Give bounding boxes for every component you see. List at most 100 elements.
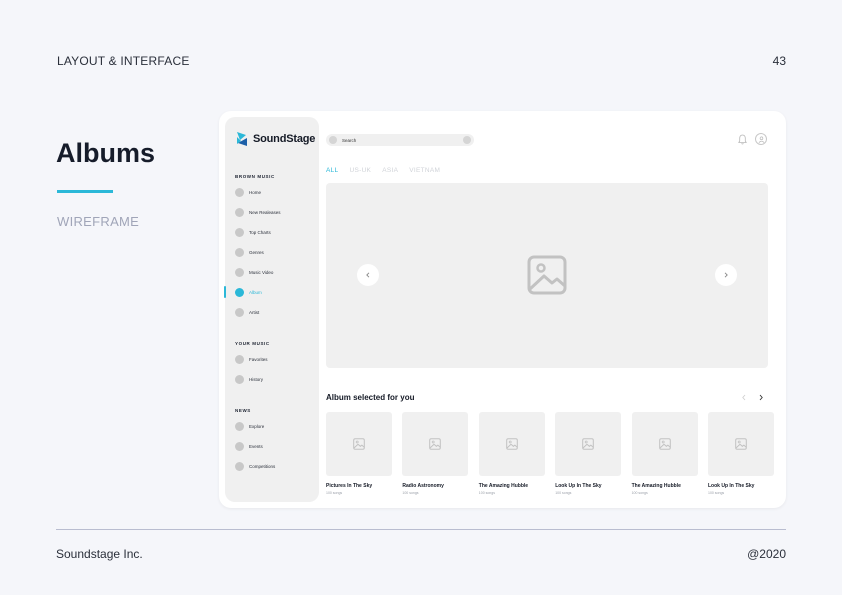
- footer-divider: [56, 529, 786, 530]
- album-thumbnail: [402, 412, 469, 476]
- sidebar-section-label: BROWN MUSIC: [235, 174, 275, 179]
- image-placeholder-icon: [735, 438, 747, 450]
- album-title: The Amazing Hubble: [478, 483, 529, 489]
- chevron-left-icon: [366, 272, 370, 278]
- album-song-count: 100 songs: [555, 491, 572, 495]
- sidebar-item-label: Genres: [249, 249, 264, 255]
- chevron-right-icon: [724, 272, 728, 278]
- footer-company: Soundstage Inc.: [56, 547, 143, 561]
- sidebar-item-label: Favorites: [249, 356, 268, 362]
- tab-asia[interactable]: ASIA: [382, 167, 398, 174]
- album-thumbnail: [478, 412, 545, 476]
- sidebar-item-events[interactable]: Events: [235, 440, 315, 452]
- sidebar-item-label: History: [249, 376, 264, 382]
- hero-prev-button[interactable]: [357, 264, 379, 286]
- sidebar-item-new-realeases[interactable]: New Realeases: [235, 206, 315, 218]
- album-card[interactable]: Look Up In The Sky 100 songs: [555, 412, 622, 495]
- nav-item-icon: [235, 287, 244, 297]
- search-input[interactable]: Search: [342, 138, 463, 143]
- tab-us-uk[interactable]: US-UK: [349, 167, 371, 174]
- nav-item-icon: [235, 187, 244, 197]
- sidebar-item-favorites[interactable]: Favorites: [235, 353, 315, 365]
- page-number: 43: [772, 54, 786, 68]
- album-thumbnail: [631, 412, 698, 476]
- user-avatar[interactable]: [755, 133, 767, 145]
- album-title: Look Up In The Sky: [555, 483, 602, 489]
- title-underline: [57, 190, 113, 193]
- sidebar-item-home[interactable]: Home: [235, 186, 315, 198]
- image-placeholder-icon: [505, 438, 518, 450]
- brand-name: SoundStage: [253, 133, 316, 145]
- carousel-prev-button[interactable]: [739, 392, 749, 402]
- nav-item-icon: [235, 441, 244, 451]
- image-placeholder-icon: [527, 255, 567, 295]
- sidebar-item-label: Explore: [249, 423, 265, 429]
- carousel-next-button[interactable]: [756, 392, 766, 402]
- hero-banner[interactable]: [326, 183, 768, 368]
- soundstage-logo-icon: [237, 132, 247, 146]
- tab-all[interactable]: ALL: [326, 167, 338, 174]
- sidebar-item-genres[interactable]: Genres: [235, 246, 315, 258]
- nav-item-icon: [235, 227, 244, 237]
- sidebar-item-album[interactable]: Album: [235, 286, 315, 298]
- album-card[interactable]: Look Up In The Sky 100 songs: [708, 412, 774, 495]
- footer-year: @2020: [747, 547, 786, 561]
- nav-item-icon: [235, 461, 244, 471]
- album-song-count: 100 songs: [326, 491, 343, 495]
- search-bar[interactable]: Search: [326, 134, 474, 146]
- user-icon: [758, 136, 764, 143]
- sidebar: SoundStage BROWN MUSIC Home New Realeases T…: [224, 117, 319, 502]
- album-title: The Amazing Hubble: [631, 483, 681, 489]
- sidebar-item-label: Artist: [249, 309, 260, 315]
- album-song-count: 100 songs: [402, 491, 419, 495]
- album-title: Look Up In The Sky: [708, 483, 755, 489]
- sidebar-item-artist[interactable]: Artist: [235, 306, 315, 318]
- chevron-left-icon: [742, 394, 746, 400]
- album-title: Pictures In The Sky: [326, 483, 373, 489]
- sidebar-item-label: Events: [249, 443, 263, 449]
- nav-item-icon: [235, 267, 244, 277]
- album-song-count: 100 songs: [631, 491, 648, 495]
- album-card[interactable]: The Amazing Hubble 100 songs: [478, 412, 545, 495]
- album-thumbnail: [326, 412, 392, 476]
- image-placeholder-icon: [353, 438, 365, 450]
- sidebar-item-label: Home: [249, 189, 262, 195]
- album-card[interactable]: The Amazing Hubble 100 songs: [631, 412, 698, 495]
- nav-item-icon: [235, 307, 244, 317]
- album-thumbnail: [708, 412, 774, 476]
- image-placeholder-icon: [429, 438, 442, 450]
- image-placeholder-icon: [582, 438, 594, 450]
- brand-logo[interactable]: SoundStage: [235, 131, 315, 147]
- sidebar-item-label: New Realeases: [249, 209, 281, 215]
- nav-item-icon: [235, 374, 244, 384]
- sidebar-section-label: NEWS: [235, 408, 251, 413]
- nav-item-icon: [235, 354, 244, 364]
- sidebar-item-label: Top Charts: [249, 229, 271, 235]
- album-song-count: 100 songs: [478, 491, 495, 495]
- sidebar-item-label: Album: [249, 289, 262, 295]
- nav-item-icon: [235, 207, 244, 217]
- search-clear-icon[interactable]: [463, 136, 471, 144]
- sidebar-item-music-video[interactable]: Music Video: [235, 266, 315, 278]
- nav-item-icon: [235, 247, 244, 257]
- hero-next-button[interactable]: [715, 264, 737, 286]
- sidebar-item-competitions[interactable]: Competitions: [235, 460, 315, 472]
- chevron-right-icon: [759, 394, 763, 400]
- sidebar-item-explore[interactable]: Explore: [235, 420, 315, 432]
- search-icon: [329, 136, 337, 144]
- album-thumbnail: [555, 412, 622, 476]
- tab-vietnam[interactable]: VIETNAM: [409, 167, 440, 174]
- sidebar-item-history[interactable]: History: [235, 373, 315, 385]
- sidebar-item-label: Competitions: [249, 463, 276, 469]
- sidebar-item-top-charts[interactable]: Top Charts: [235, 226, 315, 238]
- album-section-title: Album selected for you: [326, 393, 415, 402]
- active-indicator: [224, 286, 226, 298]
- app-window: SoundStage BROWN MUSIC Home New Realeases T…: [219, 111, 786, 508]
- album-card[interactable]: Radio Astronomy 100 songs: [402, 412, 469, 495]
- page-title: Albums: [56, 138, 156, 168]
- sidebar-section-label: YOUR MUSIC: [235, 341, 270, 346]
- section-header: LAYOUT & INTERFACE: [57, 54, 190, 68]
- image-placeholder-icon: [658, 438, 671, 450]
- album-card[interactable]: Pictures In The Sky 100 songs: [326, 412, 392, 495]
- bell-icon[interactable]: [738, 134, 747, 145]
